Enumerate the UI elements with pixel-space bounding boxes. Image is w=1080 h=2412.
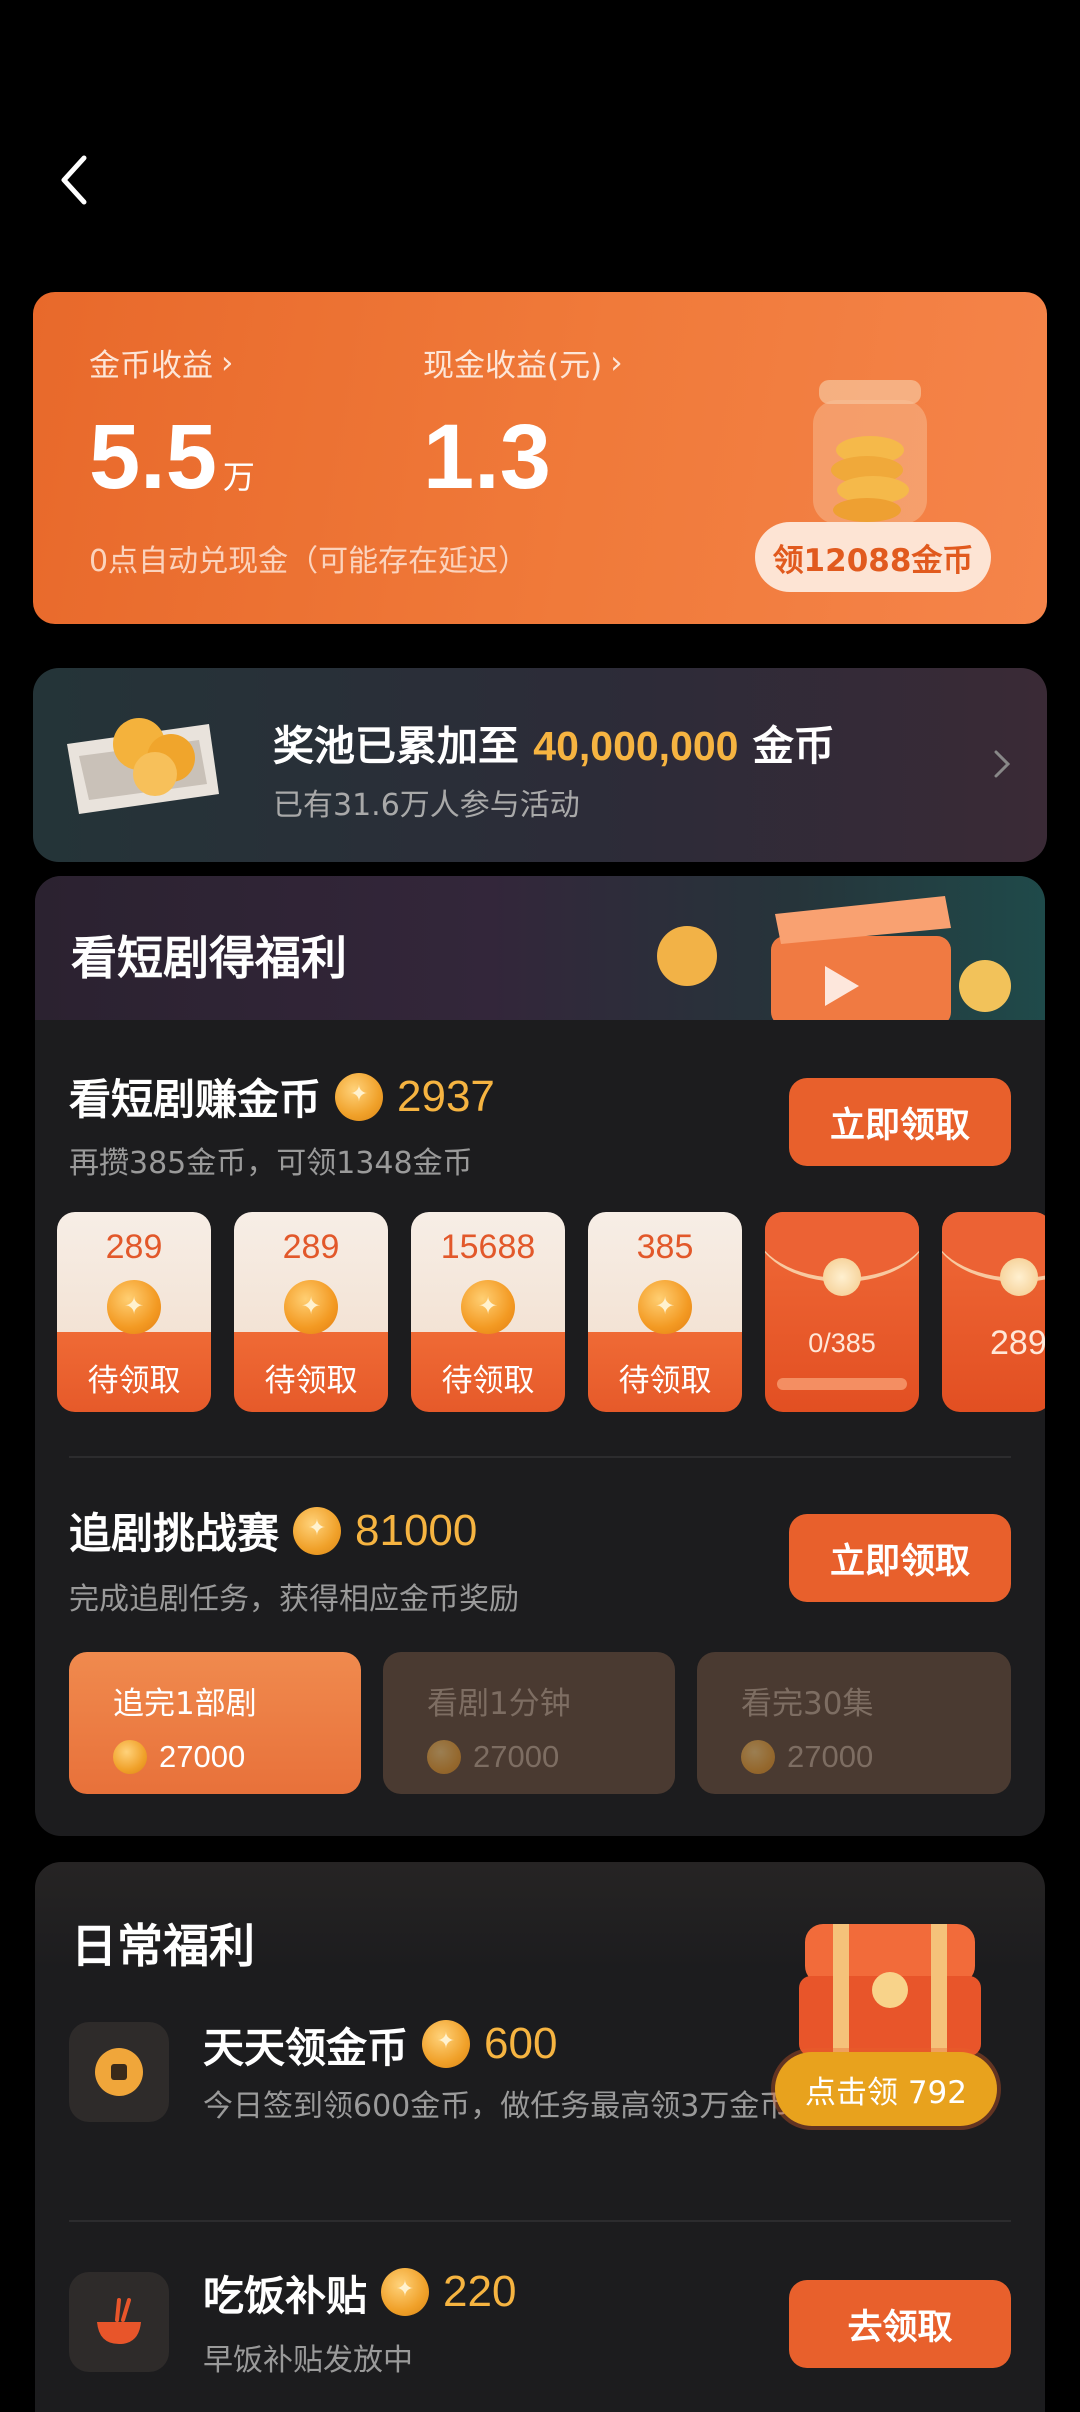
back-button[interactable]	[44, 140, 104, 220]
reward-envelopes: 289 待领取 289 待领取 15688 待领取 385 待领取 0/385	[57, 1212, 1045, 1414]
chevron-right-icon: ›	[221, 344, 234, 381]
envelope-progress-text: 0/385	[808, 1328, 876, 1358]
bowl-icon	[97, 2298, 141, 2344]
meal-label: 吃饭补贴	[203, 2272, 367, 2320]
partial-envelope-card[interactable]: 289	[942, 1212, 1045, 1412]
checkin-label: 天天领金币	[203, 2024, 408, 2072]
divider	[69, 1456, 1011, 1458]
checkin-claim-button[interactable]: 点击领 792	[775, 2052, 997, 2126]
challenge-claim-button[interactable]: 立即领取	[789, 1514, 1011, 1602]
challenge-subtitle: 完成追剧任务，获得相应金币奖励	[69, 1582, 519, 1617]
envelope-status: 待领取	[87, 1363, 181, 1399]
meal-coins: 220	[443, 2267, 517, 2316]
claim-coins-button[interactable]: 领12088金币	[755, 522, 991, 592]
challenge-title: 追剧挑战赛 81000	[69, 1500, 477, 1561]
task-label: 看完30集	[741, 1686, 874, 1722]
drama-earn-claim-button[interactable]: 立即领取	[789, 1078, 1011, 1166]
coin-icon	[113, 1740, 147, 1774]
envelope-amount: 289	[990, 1324, 1045, 1362]
film-coins-icon	[67, 718, 219, 814]
envelope-status: 待领取	[264, 1363, 358, 1399]
drama-earn-coins: 2937	[397, 1071, 495, 1121]
task-coins: 27000	[159, 1739, 246, 1774]
envelope-seal-icon	[1000, 1258, 1038, 1296]
envelope-card[interactable]: 289 待领取	[234, 1212, 388, 1412]
drama-rewards-section: 看短剧得福利 看短剧赚金币 2937 再攒385金币，可领1348金币 立即领取…	[35, 876, 1045, 1836]
coin-icon	[381, 2268, 429, 2316]
meal-icon-tile	[69, 2272, 169, 2372]
coin-icon	[107, 1280, 161, 1334]
meal-title: 吃饭补贴 220	[203, 2262, 516, 2322]
pool-participants: 已有31.6万人参与活动	[273, 788, 580, 823]
envelope-status: 待领取	[618, 1363, 712, 1399]
pool-amount: 40,000,000	[533, 723, 739, 769]
prize-pool-banner[interactable]: 奖池已累加至 40,000,000 金币 已有31.6万人参与活动	[33, 668, 1047, 862]
task-label: 追完1部剧	[113, 1686, 257, 1722]
meal-claim-button[interactable]: 去领取	[789, 2280, 1011, 2368]
coin-earnings[interactable]: 金币收益 › 5.5 万	[89, 340, 255, 504]
pool-title-prefix: 奖池已累加至	[273, 722, 519, 770]
divider	[69, 2220, 1011, 2222]
drama-header: 看短剧得福利	[35, 876, 1045, 1020]
challenge-label: 追剧挑战赛	[69, 1509, 280, 1558]
coin-icon	[422, 2020, 470, 2068]
cash-earnings[interactable]: 现金收益(元) › 1.3	[423, 340, 623, 504]
treasure-chest-icon	[799, 1924, 981, 2056]
coin-icon	[95, 2048, 143, 2096]
envelope-amount: 289	[282, 1228, 340, 1266]
clapperboard-coins-icon	[657, 896, 1011, 1020]
coin-jar-icon	[813, 380, 927, 524]
cash-earnings-label: 现金收益(元)	[423, 348, 603, 384]
envelope-seal-icon	[823, 1258, 861, 1296]
exchange-note: 0点自动兑现金（可能存在延迟）	[89, 544, 529, 579]
drama-earn-label: 看短剧赚金币	[69, 1075, 322, 1124]
chevron-right-icon	[994, 750, 1011, 778]
task-coins: 27000	[787, 1739, 874, 1774]
coin-earnings-value: 5.5	[89, 406, 217, 508]
envelope-amount: 289	[105, 1228, 163, 1266]
envelope-card[interactable]: 385 待领取	[588, 1212, 742, 1412]
task-card[interactable]: 看剧1分钟 27000	[383, 1652, 675, 1794]
coin-icon	[461, 1280, 515, 1334]
coin-icon	[427, 1740, 461, 1774]
task-coins: 27000	[473, 1739, 560, 1774]
coin-earnings-unit: 万	[222, 459, 255, 495]
checkin-title: 天天领金币 600	[203, 2014, 557, 2074]
coin-icon	[638, 1280, 692, 1334]
challenge-coins: 81000	[355, 1505, 478, 1555]
coin-earnings-label: 金币收益	[89, 348, 213, 384]
coin-icon	[284, 1280, 338, 1334]
daily-section-title: 日常福利	[71, 1919, 255, 1973]
chevron-left-icon	[61, 155, 87, 205]
envelope-status: 待领取	[441, 1363, 535, 1399]
checkin-icon-tile	[69, 2022, 169, 2122]
coin-icon	[293, 1506, 342, 1555]
checkin-subtitle: 今日签到领600金币，做任务最高领3万金币	[203, 2089, 790, 2124]
cash-earnings-value: 1.3	[423, 406, 551, 508]
challenge-tasks: 追完1部剧 27000 看剧1分钟 27000 看完30集 27000	[69, 1652, 1011, 1794]
earnings-card: 金币收益 › 5.5 万 现金收益(元) › 1.3 0点自动兑现金（可能存在延迟） …	[33, 292, 1047, 624]
envelope-amount: 15688	[440, 1228, 536, 1266]
drama-earn-title: 看短剧赚金币 2937	[69, 1066, 495, 1127]
envelope-card[interactable]: 289 待领取	[57, 1212, 211, 1412]
chevron-right-icon: ›	[610, 344, 623, 381]
pool-title: 奖池已累加至 40,000,000 金币	[273, 712, 835, 772]
task-card[interactable]: 看完30集 27000	[697, 1652, 1011, 1794]
drama-earn-subtitle: 再攒385金币，可领1348金币	[69, 1146, 473, 1181]
pool-title-suffix: 金币	[752, 722, 835, 770]
drama-section-title: 看短剧得福利	[71, 931, 347, 985]
task-label: 看剧1分钟	[427, 1686, 571, 1722]
meal-subtitle: 早饭补贴发放中	[203, 2343, 413, 2378]
checkin-coins: 600	[484, 2019, 558, 2068]
locked-envelope-card[interactable]: 0/385	[765, 1212, 919, 1412]
envelope-card[interactable]: 15688 待领取	[411, 1212, 565, 1412]
task-card[interactable]: 追完1部剧 27000	[69, 1652, 361, 1794]
envelope-amount: 385	[636, 1228, 694, 1266]
envelope-progress-bar	[777, 1378, 907, 1390]
coin-icon	[335, 1072, 384, 1121]
daily-rewards-section: 日常福利 天天领金币 600 今日签到领600金币，做任务最高领3万金币 点击领…	[35, 1862, 1045, 2412]
coin-icon	[741, 1740, 775, 1774]
